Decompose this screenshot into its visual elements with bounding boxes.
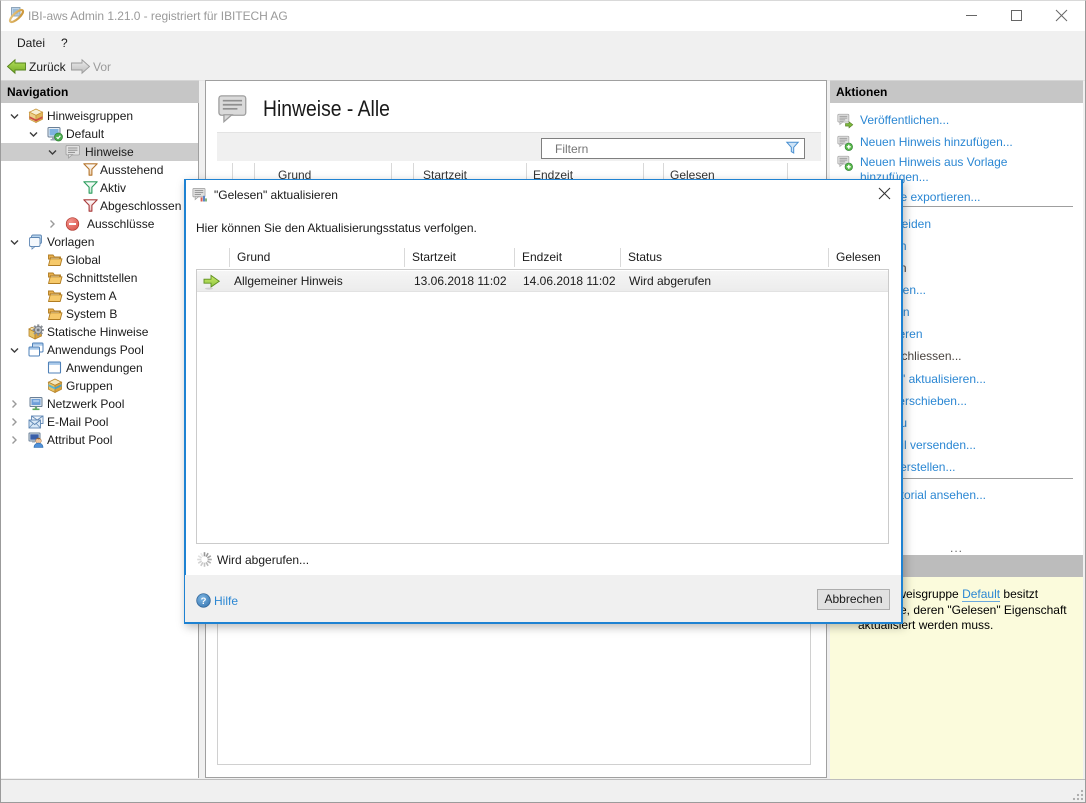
svg-text:?: ? [201,596,207,607]
